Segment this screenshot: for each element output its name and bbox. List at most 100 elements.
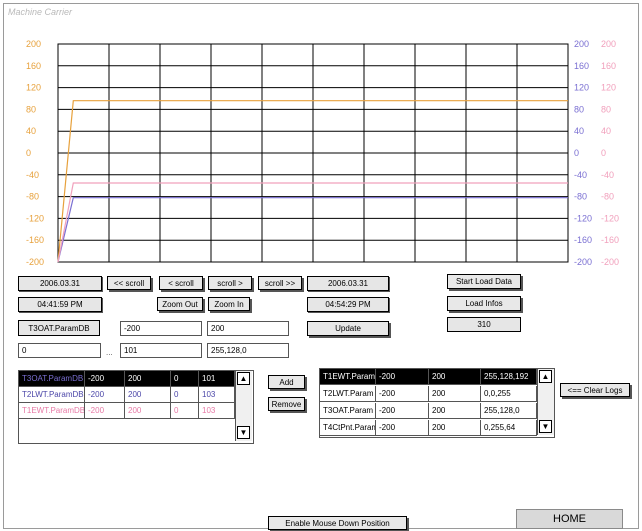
right-axis-tick-label: 40 [574,126,584,136]
right-axis-tick-label: 200 [601,39,616,49]
range-to-input[interactable]: 101 [120,343,202,358]
range-from-input[interactable]: 0 [18,343,101,358]
parameter-name-field[interactable]: T3OAT.ParamDB [18,320,100,336]
left-axis-tick-label: -40 [26,170,39,180]
scroll-down-icon[interactable]: ▼ [237,426,250,439]
right-axis-tick-label: -80 [601,192,614,202]
start-load-data-button[interactable]: Start Load Data [447,274,521,289]
left-list-cell: 103 [199,403,235,418]
load-infos-button[interactable]: Load Infos [447,296,521,311]
logs-list-cell: T1EWT.Param [320,369,376,384]
trend-chart[interactable]: 200 160 120 80 40 0 -40 -80 -120 -160 -200 200 160 12… [0,0,642,280]
right-axis-tick-label: -160 [574,235,592,245]
scroll-up-icon[interactable]: ▲ [237,372,250,385]
right-axis-tick-label: 80 [574,104,584,114]
left-list-cell: T1EWT.ParamDB [19,403,85,418]
start-date-display: 2006.03.31 [18,276,102,291]
left-list-row[interactable]: T1EWT.ParamDB -200 200 0 103 [19,403,235,419]
right-axis-tick-label: 0 [574,148,579,158]
scroll-back-far-button[interactable]: << scroll [107,276,151,290]
add-button[interactable]: Add [268,375,305,389]
load-count-display: 310 [447,317,521,332]
left-list-cell: T2LWT.ParamDB [19,387,85,402]
right-axis-tick-label: 120 [601,83,616,93]
min-value-input[interactable]: -200 [120,321,202,336]
left-list-row[interactable]: T3OAT.ParamDB -200 200 0 101 [19,371,235,387]
right-axis-tick-label: -40 [601,170,614,180]
scroll-up-icon[interactable]: ▲ [539,370,552,383]
right-axis-tick-label: 120 [574,83,589,93]
scroll-forward-far-button[interactable]: scroll >> [258,276,302,290]
active-parameters-list[interactable]: ▲ ▼ T3OAT.ParamDB -200 200 0 101 T2LWT.ParamD… [18,370,254,444]
right-axis-tick-label: -40 [574,170,587,180]
home-button[interactable]: HOME [516,509,623,529]
logs-list-cell: 0,255,64 [481,420,537,435]
left-axis-tick-label: -200 [26,257,44,267]
left-list-cell: 200 [125,387,171,402]
max-value-input[interactable]: 200 [207,321,289,336]
right-axis-tick-label: 160 [574,61,589,71]
logs-list-row[interactable]: T2LWT.Param -200 200 0,0,255 [320,386,537,402]
left-axis-tick-label: 0 [26,148,31,158]
logs-list-cell: T3OAT.Param [320,403,376,418]
range-separator: ... [106,348,113,357]
end-time-display: 04:54:29 PM [307,297,389,312]
right-axis-tick-label: 80 [601,104,611,114]
logs-list[interactable]: ▲ ▼ T1EWT.Param -200 200 255,128,192 T2LWT.P… [319,368,555,438]
left-list-cell: -200 [85,387,125,402]
enable-mouse-down-position-button[interactable]: Enable Mouse Down Position [268,516,407,530]
left-axis-tick-label: 200 [26,39,41,49]
logs-list-cell: 255,128,0 [481,403,537,418]
scroll-back-button[interactable]: < scroll [159,276,203,290]
logs-list-cell: T2LWT.Param [320,386,376,401]
logs-list-cell: 200 [429,420,481,435]
end-date-display: 2006.03.31 [307,276,389,291]
left-axis-tick-label: 160 [26,61,41,71]
logs-list-cell: -200 [376,403,429,418]
left-axis-tick-label: 40 [26,126,36,136]
left-list-cell: 200 [125,403,171,418]
right-axis-tick-label: -80 [574,192,587,202]
zoom-out-button[interactable]: Zoom Out [157,297,203,311]
left-list-cell: 0 [171,387,199,402]
logs-list-cell: -200 [376,420,429,435]
logs-list-cell: 200 [429,403,481,418]
logs-list-cell: T4CtPnt.Param [320,420,376,435]
left-list-cell: 103 [199,387,235,402]
logs-list-row[interactable]: T3OAT.Param -200 200 255,128,0 [320,403,537,419]
zoom-in-button[interactable]: Zoom In [208,297,250,311]
logs-list-cell: 0,0,255 [481,386,537,401]
left-list-row[interactable]: T2LWT.ParamDB -200 200 0 103 [19,387,235,403]
left-list-cell: 0 [171,371,199,386]
right-axis-tick-label: -200 [601,257,619,267]
scroll-forward-button[interactable]: scroll > [208,276,252,290]
right-axis-tick-label: -120 [601,213,619,223]
logs-list-cell: 255,128,192 [481,369,537,384]
right-axis-tick-label: -120 [574,213,592,223]
left-list-scrollbar[interactable]: ▲ ▼ [235,371,252,441]
color-value-input[interactable]: 255,128,0 [207,343,289,358]
logs-list-row[interactable]: T4CtPnt.Param -200 200 0,255,64 [320,420,537,436]
right-list-scrollbar[interactable]: ▲ ▼ [537,369,554,435]
logs-list-cell: -200 [376,386,429,401]
left-axis-tick-label: 120 [26,83,41,93]
scroll-down-icon[interactable]: ▼ [539,420,552,433]
logs-list-cell: -200 [376,369,429,384]
right-axis-tick-label: 200 [574,39,589,49]
right-axis-tick-label: 0 [601,148,606,158]
right-axis-tick-label: -200 [574,257,592,267]
left-list-cell: T3OAT.ParamDB [19,371,85,386]
right-axis-tick-label: 40 [601,126,611,136]
left-list-cell: 200 [125,371,171,386]
update-button[interactable]: Update [307,321,389,336]
logs-list-row[interactable]: T1EWT.Param -200 200 255,128,192 [320,369,537,385]
left-axis-tick-label: -80 [26,192,39,202]
start-time-display: 04:41:59 PM [18,297,102,312]
left-list-cell: -200 [85,403,125,418]
right-axis-tick-label: -160 [601,235,619,245]
clear-logs-button[interactable]: <== Clear Logs [560,383,630,397]
right-axis-tick-label: 160 [601,61,616,71]
remove-button[interactable]: Remove [268,397,305,411]
left-axis-tick-label: -120 [26,213,44,223]
left-list-cell: 101 [199,371,235,386]
